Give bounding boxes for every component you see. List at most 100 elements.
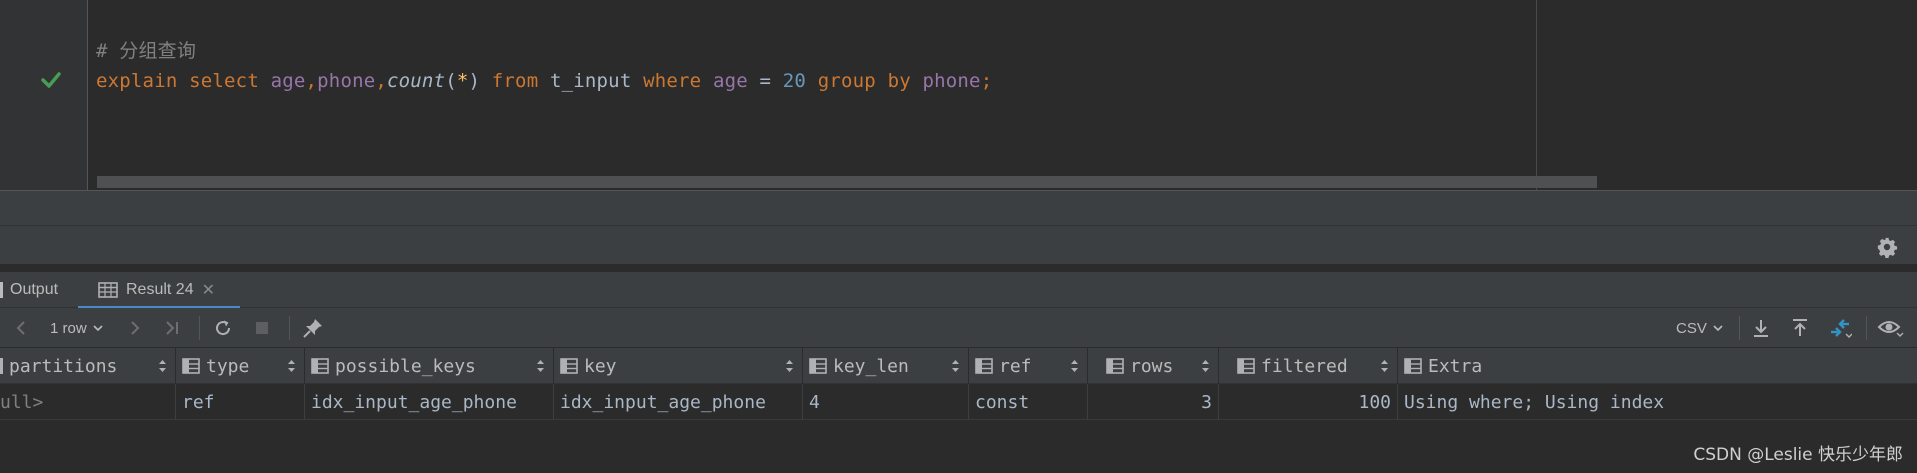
- sort-icon[interactable]: [536, 358, 545, 374]
- column-header-filtered[interactable]: filtered: [1219, 348, 1398, 384]
- column-header-possible-keys[interactable]: possible_keys: [305, 348, 554, 384]
- output-icon: [0, 282, 3, 298]
- paren-open: (: [445, 70, 457, 92]
- punct-semicolon: ;: [980, 70, 993, 92]
- stop-icon[interactable]: [253, 318, 271, 338]
- gear-icon[interactable]: [1876, 236, 1898, 258]
- sort-icon[interactable]: [1070, 358, 1079, 374]
- horizontal-scrollbar[interactable]: [97, 176, 1597, 188]
- export-format-selector[interactable]: CSV: [1676, 318, 1725, 338]
- toolbar-separator: [289, 316, 290, 340]
- right-margin-guide: [1536, 0, 1537, 190]
- table-icon: [98, 282, 118, 298]
- cell-extra[interactable]: Using where; Using index: [1398, 384, 1917, 420]
- panel-splitter[interactable]: [0, 190, 1917, 226]
- column-icon: [809, 358, 827, 374]
- column-icon: [1237, 358, 1255, 374]
- column-header-key-len[interactable]: key_len: [803, 348, 969, 384]
- column-header-rows[interactable]: rows: [1088, 348, 1219, 384]
- last-page-icon[interactable]: [163, 318, 183, 338]
- result-tabs: Output Result 24 ✕: [0, 272, 1917, 309]
- fn-count: count: [387, 70, 446, 92]
- kw-select: select: [189, 70, 259, 92]
- pin-icon[interactable]: [302, 318, 324, 338]
- upload-icon[interactable]: [1790, 318, 1810, 338]
- cell-rows[interactable]: 3: [1088, 384, 1219, 420]
- sort-icon[interactable]: [287, 358, 296, 374]
- column-header-extra[interactable]: Extra: [1398, 348, 1917, 384]
- cell-partitions[interactable]: ull>: [0, 384, 176, 420]
- compare-icon[interactable]: [1828, 318, 1852, 338]
- download-icon[interactable]: [1751, 318, 1771, 338]
- tab-output[interactable]: Output: [0, 272, 58, 308]
- column-icon: [0, 358, 3, 374]
- column-header-key[interactable]: key: [554, 348, 803, 384]
- column-header-label: rows: [1130, 355, 1174, 377]
- result-toolbar: 1 row CSV: [0, 308, 1917, 348]
- chevron-down-icon: [93, 325, 103, 332]
- column-header-label: possible_keys: [335, 355, 476, 377]
- cell-filtered[interactable]: 100: [1219, 384, 1398, 420]
- column-icon: [1404, 358, 1422, 374]
- cell-type[interactable]: ref: [176, 384, 305, 420]
- cell-key-len[interactable]: 4: [803, 384, 969, 420]
- op-equals: =: [759, 70, 772, 92]
- sort-icon[interactable]: [785, 358, 794, 374]
- cell-key[interactable]: idx_input_age_phone: [554, 384, 803, 420]
- close-icon[interactable]: ✕: [202, 280, 215, 300]
- sort-icon[interactable]: [1201, 358, 1210, 374]
- eye-icon[interactable]: [1877, 318, 1905, 338]
- column-icon: [311, 358, 329, 374]
- col-age: age: [712, 70, 748, 92]
- row-count-label: 1 row: [50, 319, 87, 337]
- next-page-icon[interactable]: [128, 318, 142, 338]
- result-grid[interactable]: partitions type possible_keys key key_le…: [0, 348, 1917, 473]
- code-comment: # 分组查询: [96, 40, 197, 62]
- tab-result-24[interactable]: Result 24 ✕: [78, 272, 240, 309]
- kw-by: by: [887, 70, 911, 92]
- column-icon: [975, 358, 993, 374]
- toolbar-separator: [1866, 316, 1867, 340]
- grid-header-row: partitions type possible_keys key key_le…: [0, 348, 1917, 384]
- refresh-icon[interactable]: [213, 318, 233, 338]
- services-header: [0, 226, 1917, 264]
- code-sql-statement[interactable]: explain select age,phone,count(*) from t…: [96, 70, 992, 92]
- check-icon: [41, 72, 61, 88]
- cell-possible-keys[interactable]: idx_input_age_phone: [305, 384, 554, 420]
- watermark: CSDN @Leslie 快乐少年郎: [1693, 445, 1903, 465]
- kw-from: from: [491, 70, 539, 92]
- column-icon: [1106, 358, 1124, 374]
- sort-icon[interactable]: [1380, 358, 1389, 374]
- column-icon: [182, 358, 200, 374]
- column-header-label: ref: [999, 355, 1032, 377]
- sort-icon[interactable]: [951, 358, 960, 374]
- sort-icon[interactable]: [158, 358, 167, 374]
- kw-group: group: [817, 70, 876, 92]
- toolbar-separator: [1739, 316, 1740, 340]
- cell-ref[interactable]: const: [969, 384, 1088, 420]
- export-format-label: CSV: [1676, 319, 1707, 337]
- column-header-label: key: [584, 355, 617, 377]
- column-header-partitions[interactable]: partitions: [0, 348, 176, 384]
- table-name: t_input: [549, 70, 632, 92]
- column-header-label: type: [206, 355, 250, 377]
- paren-close: ): [468, 70, 481, 92]
- row-count-selector[interactable]: 1 row: [50, 318, 105, 338]
- column-icon: [560, 358, 578, 374]
- star-token: *: [456, 70, 469, 92]
- column-header-label: partitions: [9, 355, 118, 377]
- sql-editor[interactable]: # 分组查询 explain select age,phone,count(*)…: [0, 0, 1917, 190]
- col-phone: phone: [922, 70, 981, 92]
- column-header-type[interactable]: type: [176, 348, 305, 384]
- punct-comma: ,: [305, 70, 318, 92]
- chevron-down-icon: [1713, 325, 1723, 332]
- column-header-ref[interactable]: ref: [969, 348, 1088, 384]
- punct-comma: ,: [375, 70, 388, 92]
- column-header-label: filtered: [1261, 355, 1348, 377]
- table-row[interactable]: ull> ref idx_input_age_phone idx_input_a…: [0, 384, 1917, 420]
- col-age: age: [270, 70, 306, 92]
- previous-page-icon[interactable]: [14, 318, 28, 338]
- column-header-label: Extra: [1428, 355, 1483, 377]
- column-header-label: key_len: [833, 355, 909, 377]
- editor-gutter: [0, 0, 88, 190]
